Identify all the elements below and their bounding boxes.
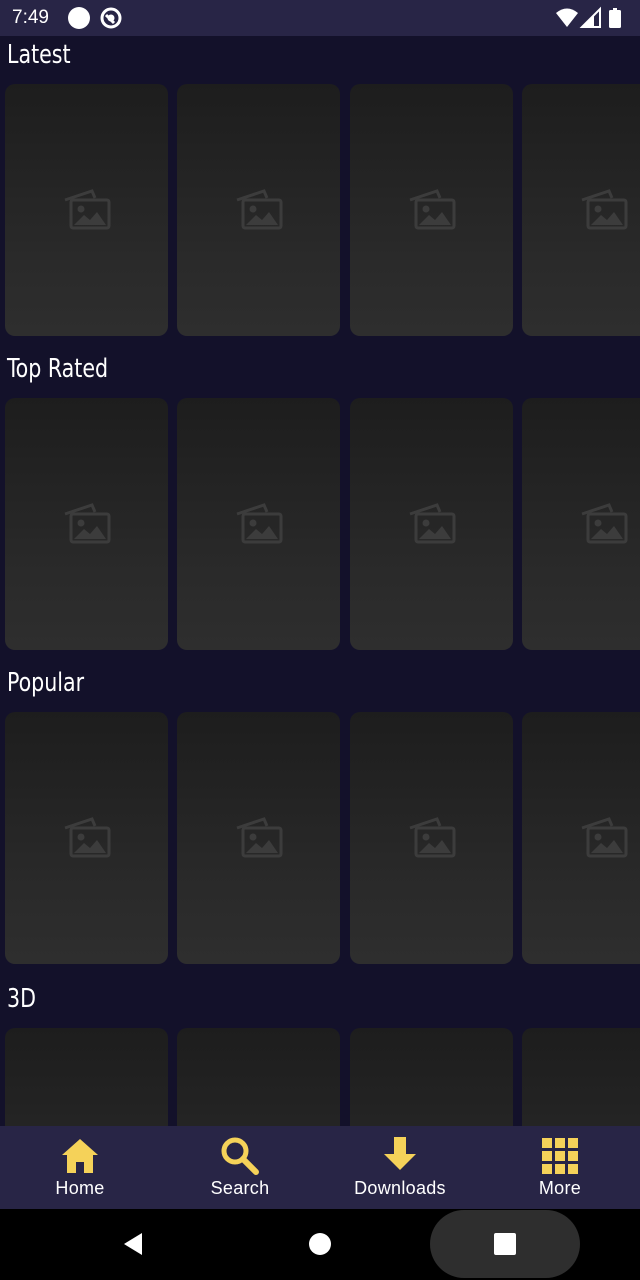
section-row-latest[interactable] (0, 84, 640, 336)
nav-label-downloads: Downloads (354, 1178, 446, 1198)
system-navigation-bar (0, 1209, 640, 1280)
nav-item-search[interactable]: Search (160, 1126, 320, 1209)
grid-icon (542, 1138, 578, 1174)
image-placeholder-icon (409, 817, 456, 858)
download-icon (384, 1137, 416, 1170)
status-bar: 7:49 (0, 0, 640, 36)
wallpaper-card[interactable] (5, 1028, 168, 1126)
section-row-popular[interactable] (0, 712, 640, 964)
recents-icon (494, 1233, 516, 1255)
wallpaper-card[interactable] (350, 398, 513, 650)
wallpaper-card[interactable] (522, 398, 640, 650)
wallpaper-card[interactable] (177, 1028, 340, 1126)
wallpaper-card[interactable] (522, 84, 640, 336)
section-row-top-rated[interactable] (0, 398, 640, 650)
image-placeholder-icon (236, 817, 283, 858)
wallpaper-card[interactable] (5, 712, 168, 964)
battery-icon (609, 8, 621, 28)
bottom-navigation: Home Search Downloads More (0, 1126, 640, 1209)
image-placeholder-icon (236, 503, 283, 544)
section-row-3d[interactable] (0, 1028, 640, 1126)
image-placeholder-icon (581, 503, 628, 544)
section-title-latest: Latest (7, 40, 71, 70)
nav-label-more: More (538, 1178, 582, 1198)
wallpaper-card[interactable] (5, 398, 168, 650)
data-saver-icon (100, 7, 122, 29)
image-placeholder-icon (236, 189, 283, 230)
home-feed[interactable]: Latest Top Rated Popular 3D (0, 36, 640, 1126)
wallpaper-card[interactable] (177, 398, 340, 650)
image-placeholder-icon (409, 189, 456, 230)
image-placeholder-icon (64, 503, 111, 544)
search-icon (221, 1137, 259, 1175)
image-placeholder-icon (64, 817, 111, 858)
wallpaper-card[interactable] (177, 712, 340, 964)
section-title-3d: 3D (7, 984, 36, 1014)
image-placeholder-icon (409, 503, 456, 544)
image-placeholder-icon (581, 189, 628, 230)
app-screen: 7:49 Latest Top Rated Popular 3D Home Se… (0, 0, 640, 1280)
wallpaper-card[interactable] (177, 84, 340, 336)
wallpaper-card[interactable] (350, 712, 513, 964)
wallpaper-card[interactable] (5, 84, 168, 336)
nav-label-home: Home (55, 1178, 105, 1198)
home-button-icon[interactable] (309, 1233, 331, 1255)
signal-icon (579, 6, 601, 28)
status-time: 7:49 (12, 7, 49, 28)
status-icons (556, 6, 621, 28)
image-placeholder-icon (581, 817, 628, 858)
wallpaper-card[interactable] (522, 712, 640, 964)
image-placeholder-icon (64, 189, 111, 230)
wallpaper-card[interactable] (350, 84, 513, 336)
nav-item-more[interactable]: More (480, 1126, 640, 1209)
home-icon (62, 1139, 98, 1173)
nav-label-search: Search (210, 1178, 270, 1198)
wallpaper-card[interactable] (350, 1028, 513, 1126)
section-title-popular: Popular (7, 668, 85, 698)
back-icon[interactable] (120, 1231, 146, 1257)
wifi-icon (556, 8, 578, 27)
nav-item-downloads[interactable]: Downloads (320, 1126, 480, 1209)
nav-item-home[interactable]: Home (0, 1126, 160, 1209)
wallpaper-card[interactable] (522, 1028, 640, 1126)
notification-dot-icon (68, 7, 90, 29)
section-title-top-rated: Top Rated (7, 354, 109, 384)
